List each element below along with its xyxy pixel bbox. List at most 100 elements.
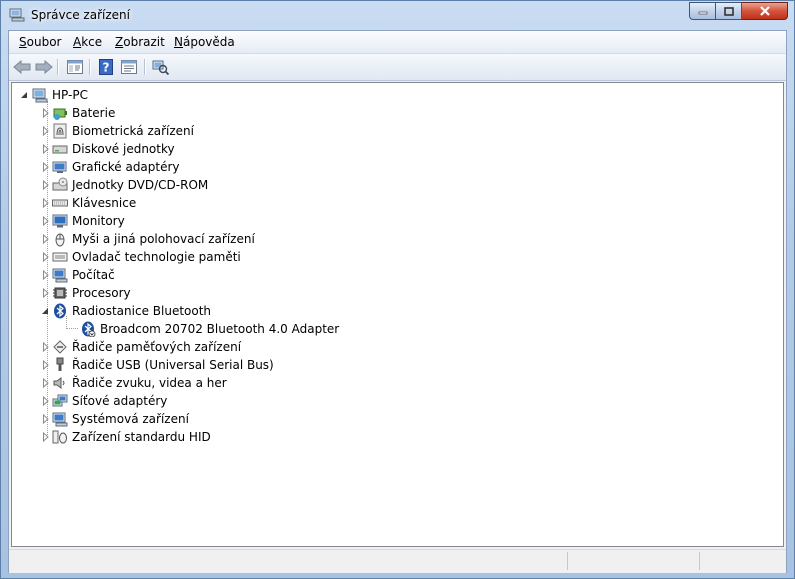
- tree-node-label: HP-PC: [52, 88, 88, 102]
- close-button[interactable]: [742, 2, 788, 20]
- keyboard-icon: [52, 199, 68, 207]
- show-hide-console-tree-icon: [67, 60, 83, 74]
- tree-node-category[interactable]: Ovladač technologie paměti: [42, 248, 241, 266]
- tree-node-category[interactable]: Řadiče USB (Universal Serial Bus): [42, 356, 274, 374]
- display-adapter-icon: [52, 161, 67, 173]
- minimize-icon: [698, 11, 707, 15]
- menu-akce-label: kce: [81, 35, 103, 49]
- scan-hardware-button[interactable]: [151, 58, 171, 76]
- menu-soubor-access-key: S: [19, 35, 27, 49]
- tree-node-category[interactable]: Řadiče zvuku, videa a her: [42, 374, 227, 392]
- device-tree: HP-PC Baterie Biometrická zařízení Diskové…: [11, 82, 784, 547]
- status-panel: [699, 552, 786, 570]
- computer-icon: [52, 268, 68, 283]
- toolbar-separator: [57, 59, 59, 75]
- caption-buttons: [689, 2, 788, 21]
- tree-node-category[interactable]: Jednotky DVD/CD-ROM: [42, 176, 208, 194]
- tree-node-category[interactable]: Síťové adaptéry: [42, 392, 167, 410]
- menu-akce-access-key: A: [73, 35, 82, 49]
- collapsed-arrow-icon[interactable]: [42, 108, 50, 118]
- collapsed-arrow-icon[interactable]: [42, 162, 50, 172]
- tree-node-label: Řadiče paměťových zařízení: [72, 340, 242, 354]
- menu-zobrazit[interactable]: Zobrazit: [115, 35, 165, 49]
- toolbar-separator: [144, 59, 146, 75]
- tree-node-category[interactable]: Klávesnice: [42, 194, 136, 212]
- tree-node-label: Počítač: [72, 268, 115, 282]
- help-button[interactable]: ?: [96, 58, 116, 76]
- properties-button[interactable]: [119, 58, 139, 76]
- tree-node-label: Klávesnice: [72, 196, 137, 210]
- tree-node-label: Řadiče USB (Universal Serial Bus): [72, 358, 274, 372]
- toolbar: ?: [9, 54, 786, 81]
- tree-node-category[interactable]: Zařízení standardu HID: [42, 428, 211, 446]
- show-hide-console-tree-button[interactable]: [65, 58, 85, 76]
- client-area: Soubor Akce Zobrazit Nápověda ? HP-PC Ba…: [8, 30, 787, 573]
- computer-icon: [32, 88, 48, 103]
- tree-node-category[interactable]: Procesory: [42, 284, 131, 302]
- collapsed-arrow-icon[interactable]: [42, 126, 50, 136]
- tree-node-category[interactable]: Systémová zařízení: [42, 410, 189, 428]
- collapsed-arrow-icon[interactable]: [42, 252, 50, 262]
- tree-node-bluetooth-adapter[interactable]: Broadcom 20702 Bluetooth 4.0 Adapter: [80, 320, 339, 338]
- collapsed-arrow-icon[interactable]: [42, 216, 50, 226]
- collapsed-arrow-icon[interactable]: [42, 360, 50, 370]
- collapsed-arrow-icon[interactable]: [42, 198, 50, 208]
- tree-node-root[interactable]: HP-PC: [20, 86, 88, 104]
- tree-node-label: Zařízení standardu HID: [72, 430, 211, 444]
- menu-zobrazit-access-key: Z: [115, 35, 124, 49]
- tree-node-category[interactable]: Řadiče paměťových zařízení: [42, 338, 241, 356]
- back-button[interactable]: [12, 58, 32, 76]
- expanded-arrow-icon[interactable]: [41, 307, 49, 315]
- collapsed-arrow-icon[interactable]: [42, 144, 50, 154]
- dvd-drive-icon: [52, 177, 68, 191]
- menu-napoveda[interactable]: Nápověda: [174, 35, 235, 49]
- tree-node-category[interactable]: Baterie: [42, 104, 115, 122]
- collapsed-arrow-icon[interactable]: [42, 414, 50, 424]
- window-title: Správce zařízení: [31, 8, 130, 22]
- tree-node-category[interactable]: Diskové jednotky: [42, 140, 175, 158]
- menu-akce[interactable]: Akce: [73, 35, 102, 49]
- tree-node-category[interactable]: Myši a jiná polohovací zařízení: [42, 230, 255, 248]
- menu-soubor-label: oubor: [26, 35, 62, 49]
- processor-icon: [53, 287, 67, 299]
- battery-icon: [53, 108, 67, 120]
- collapsed-arrow-icon[interactable]: [42, 180, 50, 190]
- tree-node-category[interactable]: Monitory: [42, 212, 125, 230]
- collapsed-arrow-icon[interactable]: [42, 396, 50, 406]
- memory-controller-icon: [52, 252, 68, 262]
- tree-node-label: Myši a jiná polohovací zařízení: [72, 232, 255, 246]
- fingerprint-icon: [53, 123, 67, 139]
- collapsed-arrow-icon[interactable]: [42, 288, 50, 298]
- maximize-button[interactable]: [716, 2, 742, 20]
- tree-node-label: Baterie: [72, 106, 116, 120]
- tree-node-label: Řadiče zvuku, videa a her: [72, 376, 227, 390]
- tree-node-category[interactable]: Radiostanice Bluetooth: [42, 302, 211, 320]
- collapsed-arrow-icon[interactable]: [42, 432, 50, 442]
- toolbar-separator: [89, 59, 91, 75]
- tree-node-label: Jednotky DVD/CD-ROM: [72, 178, 209, 192]
- tree-node-label: Diskové jednotky: [72, 142, 175, 156]
- disk-drive-icon: [52, 145, 68, 154]
- tree-node-label: Síťové adaptéry: [72, 394, 168, 408]
- svg-text:?: ?: [103, 61, 110, 75]
- maximize-icon: [723, 6, 734, 16]
- collapsed-arrow-icon[interactable]: [42, 270, 50, 280]
- minimize-button[interactable]: [689, 2, 716, 20]
- tree-node-label: Procesory: [72, 286, 131, 300]
- forward-button[interactable]: [34, 58, 54, 76]
- mouse-icon: [55, 233, 65, 247]
- tree-node-category[interactable]: Biometrická zařízení: [42, 122, 194, 140]
- collapsed-arrow-icon[interactable]: [42, 234, 50, 244]
- title-bar[interactable]: Správce zařízení: [1, 1, 794, 29]
- expanded-arrow-icon[interactable]: [20, 91, 28, 99]
- tree-node-category[interactable]: Grafické adaptéry: [42, 158, 180, 176]
- status-panel: [567, 552, 700, 570]
- tree-node-category[interactable]: Počítač: [42, 266, 115, 284]
- tree-node-label: Biometrická zařízení: [72, 124, 194, 138]
- collapsed-arrow-icon[interactable]: [42, 342, 50, 352]
- tree-node-label: Grafické adaptéry: [72, 160, 180, 174]
- menu-soubor[interactable]: Soubor: [19, 35, 61, 49]
- system-devices-icon: [52, 412, 68, 427]
- collapsed-arrow-icon[interactable]: [42, 378, 50, 388]
- tree-node-label: Ovladač technologie paměti: [72, 250, 241, 264]
